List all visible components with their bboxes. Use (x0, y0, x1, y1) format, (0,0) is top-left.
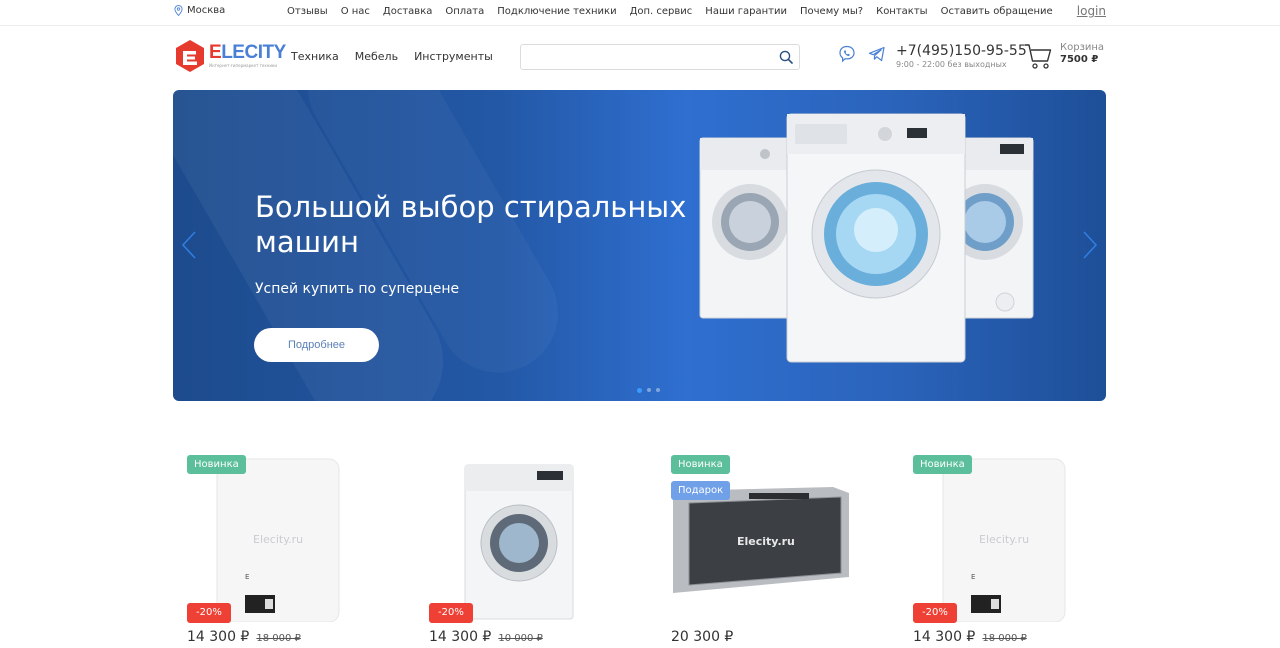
city-selector[interactable]: Москва (174, 5, 225, 16)
main-nav: Техника Мебель Инструменты (291, 50, 493, 63)
hero-title: Большой выбор стиральных машин (255, 190, 687, 259)
header: ELECITY Интернет-гипермаркет техники Тех… (0, 26, 1280, 90)
chevron-right-icon[interactable] (1082, 230, 1098, 260)
chevron-left-icon[interactable] (181, 230, 197, 260)
social-links (838, 45, 886, 63)
main-nav-appliances[interactable]: Техника (291, 50, 339, 63)
product-grid: Elecity.ru E Новинка -20% 14 300 ₽ 18 00… (173, 452, 1106, 648)
top-nav-why-us[interactable]: Почему мы? (800, 6, 863, 17)
search-box (520, 44, 800, 70)
main-nav-tools[interactable]: Инструменты (414, 50, 493, 63)
logo-tagline: Интернет-гипермаркет техники (209, 63, 277, 68)
old-price: 18 000 ₽ (256, 633, 301, 644)
badge-gift: Подарок (671, 481, 731, 500)
cart-total: 7500 ₽ (1060, 54, 1099, 65)
product-price: 14 300 ₽ 10 000 ₽ (429, 629, 543, 645)
svg-text:E: E (245, 573, 249, 581)
top-nav-installation[interactable]: Подключение техники (497, 6, 616, 17)
current-price: 20 300 ₽ (671, 629, 734, 645)
logo-text: ELECITY (209, 42, 286, 63)
top-nav-payment[interactable]: Оплата (445, 6, 484, 17)
top-nav-delivery[interactable]: Доставка (383, 6, 432, 17)
product-price: 20 300 ₽ (671, 629, 733, 645)
washing-machines-image (699, 113, 1034, 363)
water-heater-image: Elecity.ru E (942, 458, 1066, 622)
slider-dots (637, 388, 660, 393)
svg-text:E: E (971, 573, 975, 581)
top-bar: Москва Отзывы О нас Доставка Оплата Подк… (0, 0, 1280, 26)
logo[interactable]: ELECITY Интернет-гипермаркет техники (174, 39, 286, 73)
washing-machine-image (464, 464, 574, 620)
top-nav-extra-service[interactable]: Доп. сервис (630, 6, 693, 17)
svg-text:Elecity.ru: Elecity.ru (737, 535, 795, 548)
top-nav-reviews[interactable]: Отзывы (287, 6, 328, 17)
product-card[interactable]: -20% 14 300 ₽ 10 000 ₽ (415, 452, 615, 648)
login-link[interactable]: login (1077, 4, 1106, 18)
svg-text:Elecity.ru: Elecity.ru (979, 533, 1029, 546)
discount-badge: -20% (913, 603, 957, 623)
svg-text:Elecity.ru: Elecity.ru (253, 533, 303, 546)
working-hours: 9:00 - 22:00 без выходных (896, 60, 1007, 69)
city-name: Москва (187, 5, 226, 16)
top-nav-feedback[interactable]: Оставить обращение (941, 6, 1053, 17)
cart[interactable]: Корзина 7500 ₽ (1024, 42, 1104, 70)
top-nav-guarantees[interactable]: Наши гарантии (705, 6, 787, 17)
search-input[interactable] (521, 45, 761, 69)
water-heater-image: Elecity.ru E (216, 458, 340, 622)
search-icon[interactable] (779, 50, 793, 64)
old-price: 10 000 ₽ (498, 633, 543, 644)
slider-dot[interactable] (656, 388, 660, 392)
top-nav-contacts[interactable]: Контакты (876, 6, 927, 17)
cart-label: Корзина (1060, 42, 1105, 53)
old-price: 18 000 ₽ (982, 633, 1027, 644)
viber-icon[interactable] (838, 45, 856, 63)
badge-new: Новинка (671, 455, 730, 474)
product-price: 14 300 ₽ 18 000 ₽ (913, 629, 1027, 645)
phone-number[interactable]: +7(495)150-95-55 (896, 43, 1027, 59)
phone-block: +7(495)150-95-55 9:00 - 22:00 без выходн… (896, 43, 1027, 69)
product-price: 14 300 ₽ 18 000 ₽ (187, 629, 301, 645)
cart-icon (1025, 44, 1052, 69)
discount-badge: -20% (187, 603, 231, 623)
logo-mark-icon (176, 40, 204, 72)
hero-banner: Большой выбор стиральных машин Успей куп… (173, 90, 1106, 401)
telegram-icon[interactable] (868, 45, 886, 63)
top-nav: Отзывы О нас Доставка Оплата Подключение… (287, 6, 1066, 17)
product-card[interactable]: Elecity.ru E Новинка -20% 14 300 ₽ 18 00… (899, 452, 1099, 648)
current-price: 14 300 ₽ (429, 629, 492, 645)
hero-subtitle: Успей купить по суперцене (255, 281, 460, 297)
location-pin-icon (174, 5, 183, 16)
main-nav-furniture[interactable]: Мебель (355, 50, 398, 63)
product-card[interactable]: Elecity.ru E Новинка -20% 14 300 ₽ 18 00… (173, 452, 373, 648)
badge-new: Новинка (187, 455, 246, 474)
slider-dot[interactable] (637, 388, 642, 393)
current-price: 14 300 ₽ (913, 629, 976, 645)
current-price: 14 300 ₽ (187, 629, 250, 645)
top-nav-about[interactable]: О нас (341, 6, 370, 17)
hero-more-button[interactable]: Подробнее (254, 328, 379, 362)
slider-dot[interactable] (647, 388, 651, 392)
product-card[interactable]: Elecity.ru Новинка Подарок 20 300 ₽ (657, 452, 857, 648)
badge-new: Новинка (913, 455, 972, 474)
discount-badge: -20% (429, 603, 473, 623)
